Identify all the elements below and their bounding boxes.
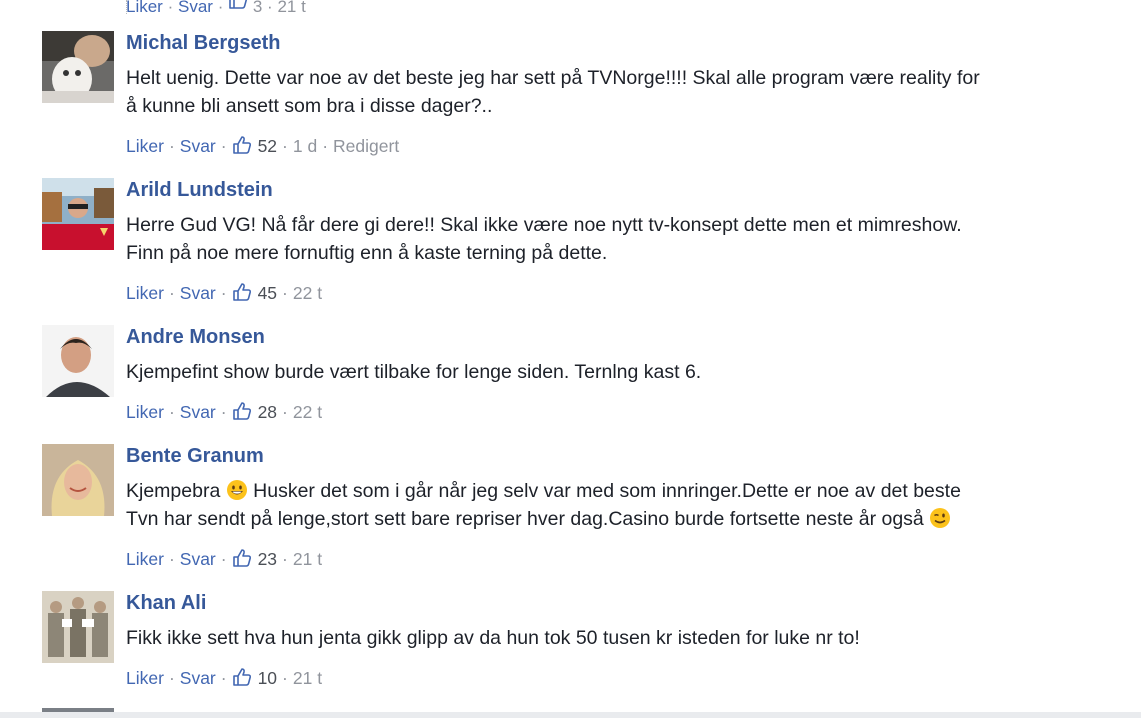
comment-actions: Liker · Svar · 28 · 22 t [126, 401, 323, 423]
avatar[interactable] [42, 444, 114, 516]
thumbs-up-icon[interactable] [232, 282, 252, 302]
author-name[interactable]: Andre Monsen [126, 326, 265, 349]
comment-actions: Liker · Svar · 10 · 21 t [126, 667, 323, 689]
like-link[interactable]: Liker [126, 283, 164, 304]
reply-link[interactable]: Svar [180, 136, 216, 157]
comment-text: Kjempebra Husker det som i går når jeg s… [126, 480, 961, 530]
timestamp[interactable]: 21 t [293, 549, 322, 570]
author-name[interactable]: Bente Granum [126, 445, 264, 468]
author-name[interactable]: Arild Lundstein [126, 179, 273, 202]
timestamp[interactable]: 21 t [293, 668, 322, 689]
winking-face-emoji-icon [930, 508, 951, 528]
timestamp[interactable]: 22 t [293, 283, 322, 304]
like-count: 52 [257, 136, 278, 156]
comment-actions: Liker · Svar · 45 · 22 t [126, 282, 323, 304]
comment: Khan Ali Fikk ikke sett hva hun jenta gi… [0, 591, 1141, 691]
previous-comment-actions: Liker · Svar · 3 · 21 t [126, 0, 306, 16]
bottom-edge [0, 712, 1141, 718]
like-link[interactable]: Liker [126, 668, 164, 689]
like-count: 45 [257, 283, 278, 303]
reply-link[interactable]: Svar [180, 283, 216, 304]
comment: Bente Granum Kjempebra Husker det som i … [0, 444, 1141, 574]
like-count: 10 [257, 668, 278, 688]
comment-text: Kjempefint show burde vært tilbake for l… [126, 361, 702, 383]
like-link[interactable]: Liker [126, 0, 163, 16]
thumbs-up-icon[interactable] [232, 401, 252, 421]
avatar[interactable] [42, 31, 114, 103]
reply-link[interactable]: Svar [180, 668, 216, 689]
author-name[interactable]: Khan Ali [126, 592, 206, 615]
like-link[interactable]: Liker [126, 549, 164, 570]
comment: Andre Monsen Kjempefint show burde vært … [0, 325, 1141, 425]
like-count: 23 [257, 549, 278, 569]
reply-link[interactable]: Svar [180, 402, 216, 423]
avatar[interactable] [42, 325, 114, 397]
like-link[interactable]: Liker [126, 402, 164, 423]
thumbs-up-icon[interactable] [232, 548, 252, 568]
like-count: 28 [257, 402, 278, 422]
like-count: 3 [252, 0, 263, 16]
grinning-face-emoji-icon [226, 480, 247, 500]
comment-actions: Liker · Svar · 23 · 21 t [126, 548, 323, 570]
like-link[interactable]: Liker [126, 136, 164, 157]
comment: Arild Lundstein Herre Gud VG! Nå får der… [0, 178, 1141, 308]
thumbs-up-icon [229, 0, 248, 9]
edited-label[interactable]: Redigert [333, 136, 399, 157]
avatar[interactable] [42, 591, 114, 663]
comment-text: Helt uenig. Dette var noe av det beste j… [126, 67, 980, 117]
avatar[interactable] [42, 178, 114, 250]
thumbs-up-icon[interactable] [232, 135, 252, 155]
comment-text: Herre Gud VG! Nå får dere gi dere!! Skal… [126, 214, 962, 264]
comment-actions: Liker · Svar · 52 · 1 d · Redigert [126, 135, 400, 157]
thumbs-up-icon[interactable] [232, 667, 252, 687]
timestamp[interactable]: 21 t [277, 0, 305, 16]
comment-text: Fikk ikke sett hva hun jenta gikk glipp … [126, 627, 860, 649]
timestamp[interactable]: 1 d [293, 136, 317, 157]
timestamp[interactable]: 22 t [293, 402, 322, 423]
comment: Michal Bergseth Helt uenig. Dette var no… [0, 31, 1141, 161]
reply-link[interactable]: Svar [180, 549, 216, 570]
reply-link[interactable]: Svar [178, 0, 213, 16]
author-name[interactable]: Michal Bergseth [126, 32, 280, 55]
